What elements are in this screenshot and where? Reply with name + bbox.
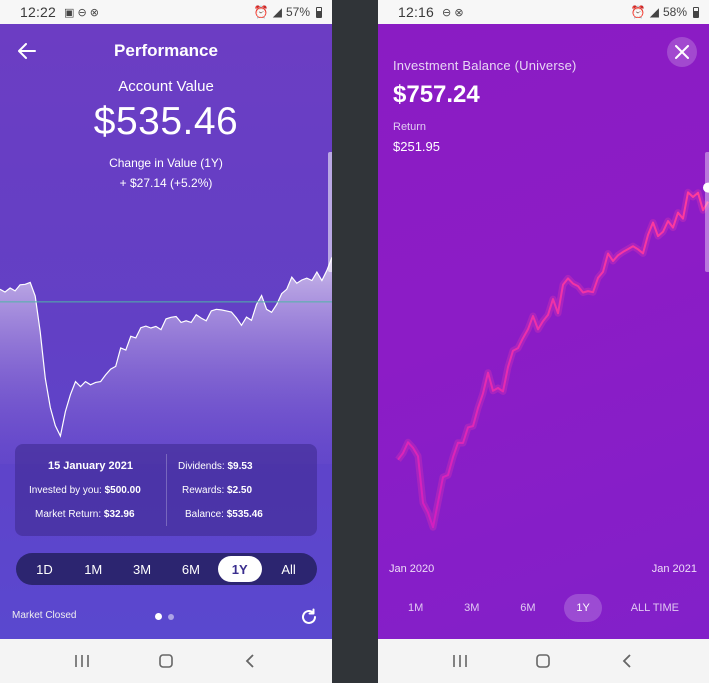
investment-title: Investment Balance (Universe) bbox=[393, 58, 577, 73]
status-time: 12:16 bbox=[398, 4, 435, 20]
dividends-row: Dividends: $9.53 bbox=[178, 461, 253, 472]
investment-value: $757.24 bbox=[393, 81, 480, 108]
range-button-1m[interactable]: 1M bbox=[71, 556, 115, 582]
signal-icon: ◢ bbox=[649, 5, 659, 19]
rewards-value: $2.50 bbox=[227, 485, 253, 496]
performance-content: Performance Account Value $535.46 Change… bbox=[0, 24, 332, 639]
back-button[interactable] bbox=[12, 36, 42, 66]
chevron-left-icon bbox=[622, 654, 631, 668]
page-title: Performance bbox=[114, 41, 218, 60]
range-button-all[interactable]: All bbox=[267, 556, 311, 582]
balance-label: Balance: bbox=[185, 509, 224, 520]
recent-apps-button[interactable] bbox=[62, 646, 102, 676]
x-axis-start-label: Jan 2020 bbox=[389, 563, 435, 575]
close-button[interactable] bbox=[667, 37, 697, 67]
system-back-button[interactable] bbox=[230, 646, 270, 676]
invested-value: $500.00 bbox=[104, 485, 141, 496]
status-time: 12:22 bbox=[20, 4, 57, 20]
return-value: $251.95 bbox=[393, 139, 440, 154]
notification-icons: ▣ ⊖ ⊗ bbox=[64, 6, 99, 19]
time-range-selector: 1M 3M 6M 1Y ALL TIME bbox=[388, 594, 699, 622]
range-button-6m[interactable]: 6M bbox=[508, 594, 547, 622]
invested-row: Invested by you: $500.00 bbox=[29, 485, 141, 496]
status-right: ⏰ ◢ 57% bbox=[254, 5, 322, 19]
alarm-icon: ⏰ bbox=[630, 5, 646, 19]
market-status: Market Closed bbox=[12, 610, 77, 621]
home-button[interactable] bbox=[523, 646, 563, 676]
dividends-value: $9.53 bbox=[227, 461, 253, 472]
account-value: $535.46 bbox=[93, 100, 239, 143]
chevron-left-icon bbox=[245, 654, 254, 668]
info-card: 15 January 2021 Invested by you: $500.00… bbox=[15, 444, 317, 536]
home-icon bbox=[159, 654, 173, 668]
signal-icon: ◢ bbox=[272, 5, 282, 19]
battery-icon bbox=[693, 6, 699, 18]
home-icon bbox=[536, 654, 551, 668]
range-button-1y[interactable]: 1Y bbox=[217, 556, 262, 582]
edge-panel-handle[interactable] bbox=[328, 152, 332, 272]
performance-chart[interactable] bbox=[0, 234, 332, 464]
battery-percent: 58% bbox=[662, 5, 687, 19]
battery-icon bbox=[316, 6, 322, 18]
rewards-label: Rewards: bbox=[182, 485, 225, 496]
arrow-left-icon bbox=[18, 43, 36, 59]
market-return-value: $32.96 bbox=[103, 509, 135, 520]
dividends-label: Dividends: bbox=[178, 461, 225, 472]
header: Performance bbox=[0, 36, 332, 66]
range-button-all-time[interactable]: ALL TIME bbox=[619, 594, 691, 622]
system-nav-bar bbox=[0, 639, 332, 683]
range-button-3m[interactable]: 3M bbox=[120, 556, 164, 582]
range-button-1y[interactable]: 1Y bbox=[564, 594, 602, 622]
status-bar: 12:22 ▣ ⊖ ⊗ ⏰ ◢ 57% bbox=[0, 0, 332, 24]
close-icon bbox=[675, 45, 689, 59]
time-range-selector: 1D 1M 3M 6M 1Y All bbox=[16, 553, 317, 585]
notification-icons: ⊖ ⊗ bbox=[442, 6, 464, 19]
page-dot-2[interactable] bbox=[168, 613, 174, 620]
range-button-1m[interactable]: 1M bbox=[396, 594, 435, 622]
x-axis-end-label: Jan 2021 bbox=[651, 563, 697, 575]
investment-chart[interactable] bbox=[378, 164, 709, 564]
account-value-label: Account Value bbox=[118, 78, 214, 95]
change-label: Change in Value (1Y) bbox=[109, 156, 223, 170]
change-value: + $27.14 (+5.2%) bbox=[119, 176, 213, 190]
return-label: Return bbox=[393, 121, 427, 133]
performance-screen: 12:22 ▣ ⊖ ⊗ ⏰ ◢ 57% Performance Account … bbox=[0, 0, 332, 683]
page-indicator bbox=[155, 613, 174, 620]
range-button-1d[interactable]: 1D bbox=[22, 556, 66, 582]
range-button-3m[interactable]: 3M bbox=[452, 594, 491, 622]
recent-apps-icon bbox=[75, 655, 89, 667]
investment-content: Investment Balance (Universe) $757.24 Re… bbox=[378, 24, 709, 639]
chart-line bbox=[397, 191, 709, 529]
invested-label: Invested by you: bbox=[29, 485, 102, 496]
edge-panel-handle[interactable] bbox=[705, 152, 709, 272]
chart-area bbox=[0, 257, 332, 464]
system-back-button[interactable] bbox=[607, 646, 647, 676]
recent-apps-button[interactable] bbox=[440, 646, 480, 676]
system-nav-bar bbox=[378, 639, 709, 683]
market-return-row: Market Return: $32.96 bbox=[35, 509, 135, 520]
home-button[interactable] bbox=[146, 646, 186, 676]
alarm-icon: ⏰ bbox=[253, 5, 269, 19]
refresh-icon bbox=[302, 608, 316, 624]
investment-balance-screen: 12:16 ⊖ ⊗ ⏰ ◢ 58% Investment Balance (Un… bbox=[378, 0, 709, 683]
battery-percent: 57% bbox=[285, 5, 310, 19]
balance-row: Balance: $535.46 bbox=[185, 509, 263, 520]
market-return-label: Market Return: bbox=[35, 509, 102, 520]
card-divider bbox=[166, 454, 167, 526]
refresh-button[interactable] bbox=[298, 606, 320, 628]
page-dot-1[interactable] bbox=[155, 613, 162, 620]
rewards-row: Rewards: $2.50 bbox=[182, 485, 252, 496]
balance-value: $535.46 bbox=[226, 509, 263, 520]
status-right: ⏰ ◢ 58% bbox=[631, 5, 699, 19]
card-date: 15 January 2021 bbox=[47, 460, 133, 472]
status-bar: 12:16 ⊖ ⊗ ⏰ ◢ 58% bbox=[378, 0, 709, 24]
range-button-6m[interactable]: 6M bbox=[169, 556, 213, 582]
recent-apps-icon bbox=[453, 655, 467, 667]
